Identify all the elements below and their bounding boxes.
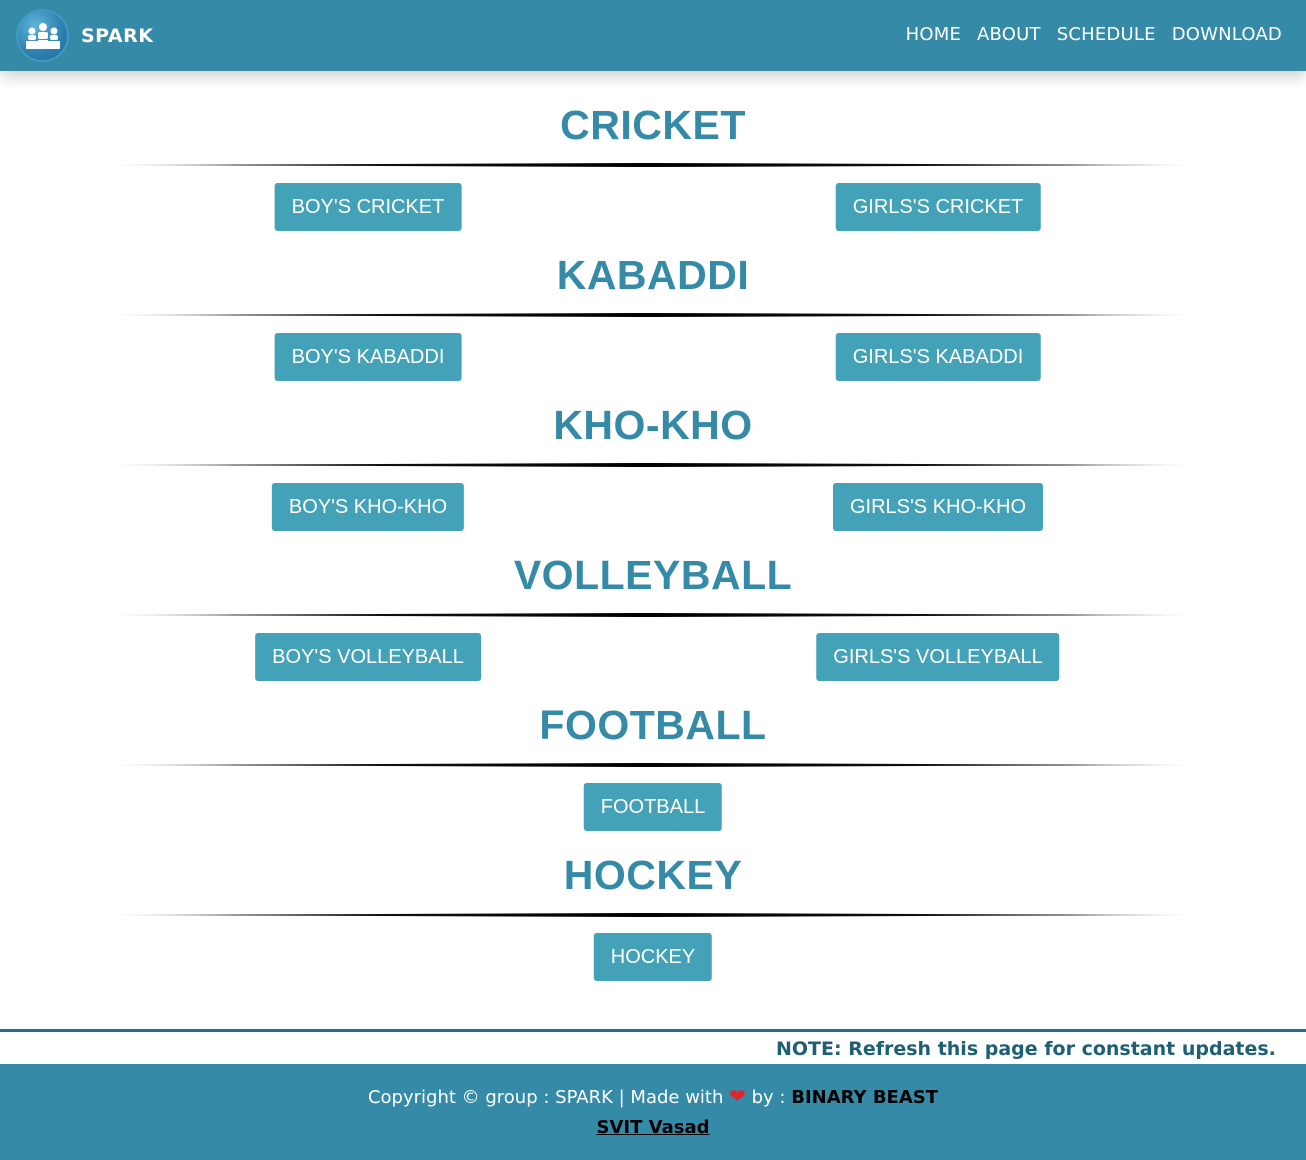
footer-college: SVIT Vasad xyxy=(0,1116,1306,1140)
nav-links: HOME ABOUT SCHEDULE DOWNLOAD xyxy=(906,22,1282,48)
section-title: HOCKEY xyxy=(563,852,743,898)
section-title: FOOTBALL xyxy=(539,702,767,748)
podium-icon[interactable] xyxy=(16,9,69,62)
footer: Copyright © group : SPARK | Made with ❤ … xyxy=(0,1064,1306,1160)
footer-credits: Copyright © group : SPARK | Made with ❤ … xyxy=(0,1084,1306,1110)
section-title: CRICKET xyxy=(560,102,746,148)
copyright-text: Copyright © group : SPARK | Made with xyxy=(367,1087,724,1108)
by-text: by : xyxy=(751,1087,786,1108)
section-divider xyxy=(102,313,1202,317)
heart-icon: ❤ xyxy=(729,1084,746,1108)
section-title: KABADDI xyxy=(556,252,750,298)
nav-about[interactable]: ABOUT xyxy=(977,22,1041,48)
nav-home[interactable]: HOME xyxy=(906,22,961,48)
top-navbar: SPARK HOME ABOUT SCHEDULE DOWNLOAD xyxy=(0,0,1306,71)
section-divider xyxy=(102,613,1202,617)
section-divider xyxy=(102,913,1202,917)
section-divider xyxy=(102,763,1202,767)
refresh-note: NOTE: Refresh this page for constant upd… xyxy=(776,1038,1276,1060)
section-hockey: HOCKEY HOCKEY xyxy=(0,821,1306,981)
section-volleyball: VOLLEYBALL BOY'S VOLLEYBALL GIRLS'S VOLL… xyxy=(0,521,1306,681)
section-title: VOLLEYBALL xyxy=(513,552,793,598)
note-marquee: NOTE: Refresh this page for constant upd… xyxy=(0,1032,1306,1064)
section-divider xyxy=(102,463,1202,467)
brand-name[interactable]: SPARK xyxy=(81,24,153,48)
team-name: BINARY BEAST xyxy=(791,1087,939,1108)
section-kabaddi: KABADDI BOY'S KABADDI GIRLS'S KABADDI xyxy=(0,221,1306,381)
nav-download[interactable]: DOWNLOAD xyxy=(1172,22,1282,48)
section-cricket: CRICKET BOY'S CRICKET GIRLS'S CRICKET xyxy=(0,71,1306,231)
hockey-button[interactable]: HOCKEY xyxy=(593,933,713,981)
nav-schedule[interactable]: SCHEDULE xyxy=(1057,22,1156,48)
college-link[interactable]: SVIT Vasad xyxy=(597,1117,710,1138)
section-title: KHO-KHO xyxy=(553,402,753,448)
section-football: FOOTBALL FOOTBALL xyxy=(0,671,1306,831)
section-divider xyxy=(102,163,1202,167)
section-kho-kho: KHO-KHO BOY'S KHO-KHO GIRLS'S KHO-KHO xyxy=(0,371,1306,531)
